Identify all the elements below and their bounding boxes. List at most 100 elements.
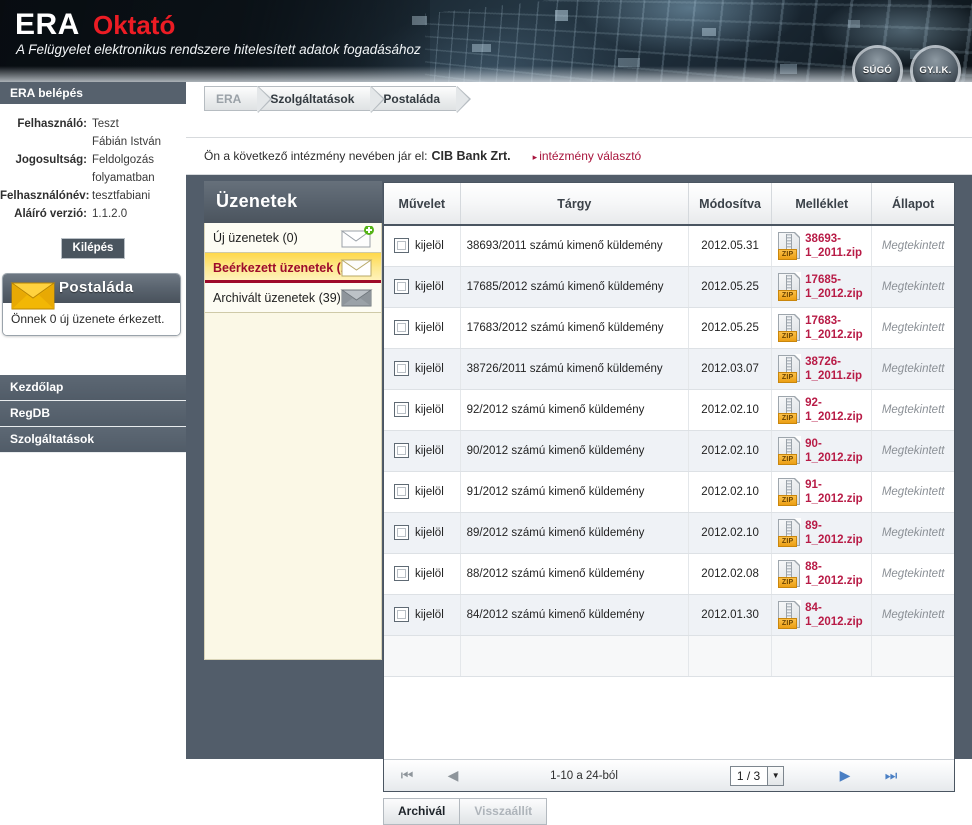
chevron-down-icon[interactable]: ▼ — [767, 766, 784, 785]
restore-button: Visszaállít — [460, 798, 548, 825]
zip-file-icon[interactable]: ZIP — [778, 231, 802, 261]
status-badge: Megtekintett — [881, 444, 945, 457]
messages-item-label: Archivált üzenetek (39) — [213, 291, 341, 305]
messages-item-archived[interactable]: Archivált üzenetek (39) — [205, 283, 381, 313]
table-row: kijelöl 89/2012 számú kimenő küldemény 2… — [384, 512, 954, 554]
row-checkbox[interactable] — [394, 443, 409, 458]
cell-modified: 2012.01.30 — [688, 594, 773, 636]
attachment-link[interactable]: 91-1_2012.zip — [805, 478, 865, 506]
status-badge: Megtekintett — [881, 608, 945, 621]
zip-file-icon[interactable]: ZIP — [778, 313, 802, 342]
attachment-link[interactable]: 38693-1_2011.zip — [805, 232, 865, 260]
sidebar-nav: Kezdőlap RegDB Szolgáltatások — [0, 375, 186, 453]
logout-button[interactable]: Kilépés — [60, 238, 126, 259]
zip-file-icon[interactable]: ZIP — [778, 436, 802, 465]
sidebar-filler — [0, 453, 186, 759]
faq-button[interactable]: GY.I.K. — [913, 48, 958, 82]
main-content: ERA Szolgáltatások Postaláda Ön a követk… — [186, 82, 972, 825]
sidebar-item-regdb[interactable]: RegDB — [0, 401, 186, 427]
attachment-link[interactable]: 17685-1_2012.zip — [805, 273, 865, 301]
row-checkbox[interactable] — [394, 279, 409, 294]
row-checkbox[interactable] — [394, 607, 409, 622]
pagination-info: 1-10 a 24-ból — [550, 769, 618, 782]
table-row: kijelöl 91/2012 számú kimenő küldemény 2… — [384, 471, 954, 513]
attachment-link[interactable]: 17683-1_2012.zip — [805, 314, 865, 342]
attachment-link[interactable]: 90-1_2012.zip — [805, 437, 865, 465]
messages-panel: Üzenetek Új üzenetek (0) Beérkezett üzen… — [204, 181, 382, 660]
attachment-link[interactable]: 88-1_2012.zip — [805, 560, 865, 588]
messages-table-container: Művelet Tárgy Módosítva Melléklet Állapo… — [383, 182, 955, 792]
attachment-link[interactable]: 84-1_2012.zip — [805, 601, 865, 629]
row-checkbox[interactable] — [394, 566, 409, 581]
col-header-modositva[interactable]: Módosítva — [688, 183, 773, 226]
zip-file-icon[interactable]: ZIP — [778, 354, 802, 383]
select-label[interactable]: kijelöl — [415, 486, 444, 498]
status-badge: Megtekintett — [881, 526, 945, 539]
table-row: kijelöl 17685/2012 számú kimenő küldemén… — [384, 266, 954, 308]
institution-selector-link[interactable]: ▸ intézmény választó — [533, 149, 642, 163]
table-body: kijelöl 38693/2011 számú kimenő küldemén… — [384, 225, 954, 677]
cell-subject: 88/2012 számú kimenő küldemény — [460, 553, 690, 595]
messages-table: Művelet Tárgy Módosítva Melléklet Állapo… — [384, 183, 954, 677]
col-header-muvelet[interactable]: Művelet — [384, 183, 461, 226]
zip-file-icon[interactable]: ZIP — [778, 477, 802, 506]
cell-modified: 2012.02.10 — [688, 471, 773, 513]
table-row: kijelöl 88/2012 számú kimenő küldemény 2… — [384, 553, 954, 595]
zip-file-icon[interactable]: ZIP — [778, 272, 802, 301]
login-panel-title: ERA belépés — [0, 82, 186, 104]
row-checkbox[interactable] — [394, 361, 409, 376]
select-label[interactable]: kijelöl — [415, 568, 444, 580]
last-page-button[interactable]: ⏭ — [868, 767, 914, 784]
login-info-row: Jogosultság: Feldolgozás — [0, 152, 178, 168]
row-checkbox[interactable] — [394, 525, 409, 540]
col-header-melleklet[interactable]: Melléklet — [771, 183, 873, 226]
attachment-link[interactable]: 92-1_2012.zip — [805, 396, 865, 424]
attachment-link[interactable]: 38726-1_2011.zip — [805, 355, 865, 383]
select-label[interactable]: kijelöl — [415, 527, 444, 539]
sidebar-item-szolgaltatasok[interactable]: Szolgáltatások — [0, 427, 186, 453]
page-select[interactable]: 1 / 3 ▼ — [729, 765, 785, 786]
col-header-targy[interactable]: Tárgy — [460, 183, 690, 226]
zip-file-icon[interactable]: ZIP — [778, 518, 802, 547]
next-page-button[interactable]: ▶ — [822, 767, 868, 784]
table-row: kijelöl 84/2012 számú kimenő küldemény 2… — [384, 594, 954, 636]
select-label[interactable]: kijelöl — [415, 281, 444, 293]
field-value: 1.1.2.0 — [92, 208, 128, 220]
breadcrumb-item-szolgaltatasok[interactable]: Szolgáltatások — [257, 86, 386, 113]
status-badge: Megtekintett — [881, 567, 945, 580]
zip-file-icon[interactable]: ZIP — [778, 395, 802, 424]
zip-file-icon[interactable]: ZIP — [778, 559, 802, 588]
messages-item-label: Beérkezett üzenetek (24) — [213, 261, 359, 275]
prev-page-button[interactable]: ◀ — [430, 767, 476, 784]
archive-button[interactable]: Archivál — [383, 798, 461, 825]
login-info-row: Felhasználónév: tesztfabiani — [0, 188, 178, 204]
sidebar-item-kezdolap[interactable]: Kezdőlap — [0, 375, 186, 401]
row-checkbox[interactable] — [394, 238, 409, 254]
triangle-right-icon: ▸ — [532, 152, 538, 162]
messages-item-inbox[interactable]: Beérkezett üzenetek (24) — [205, 253, 381, 283]
select-label[interactable]: kijelöl — [415, 404, 444, 416]
messages-item-new[interactable]: Új üzenetek (0) — [205, 223, 381, 253]
col-header-allapot[interactable]: Állapot — [871, 183, 954, 226]
app-tagline: A Felügyelet elektronikus rendszere hite… — [16, 42, 421, 57]
attachment-link[interactable]: 89-1_2012.zip — [805, 519, 865, 547]
action-button-bar: Archivál Visszaállít — [383, 798, 548, 825]
select-label[interactable]: kijelöl — [415, 322, 444, 334]
row-checkbox[interactable] — [394, 484, 409, 499]
select-label[interactable]: kijelöl — [415, 609, 444, 621]
zip-file-icon[interactable]: ZIP — [778, 600, 802, 629]
select-label[interactable]: kijelöl — [415, 240, 444, 252]
first-page-button[interactable]: ⏮ — [384, 767, 430, 784]
header-bottom-fade — [0, 66, 972, 82]
login-info-row-cont: Fábián István — [0, 134, 178, 150]
row-checkbox[interactable] — [394, 402, 409, 417]
row-checkbox[interactable] — [394, 320, 409, 335]
breadcrumb-item-era[interactable]: ERA — [204, 86, 273, 113]
breadcrumb: ERA Szolgáltatások Postaláda — [204, 86, 471, 113]
field-label: Aláíró verzió: — [14, 208, 87, 220]
cell-subject: 84/2012 számú kimenő küldemény — [460, 594, 690, 636]
help-button[interactable]: SÚGÓ — [855, 48, 900, 82]
select-label[interactable]: kijelöl — [415, 445, 444, 457]
select-label[interactable]: kijelöl — [415, 363, 444, 375]
table-row: kijelöl 17683/2012 számú kimenő küldemén… — [384, 307, 954, 349]
